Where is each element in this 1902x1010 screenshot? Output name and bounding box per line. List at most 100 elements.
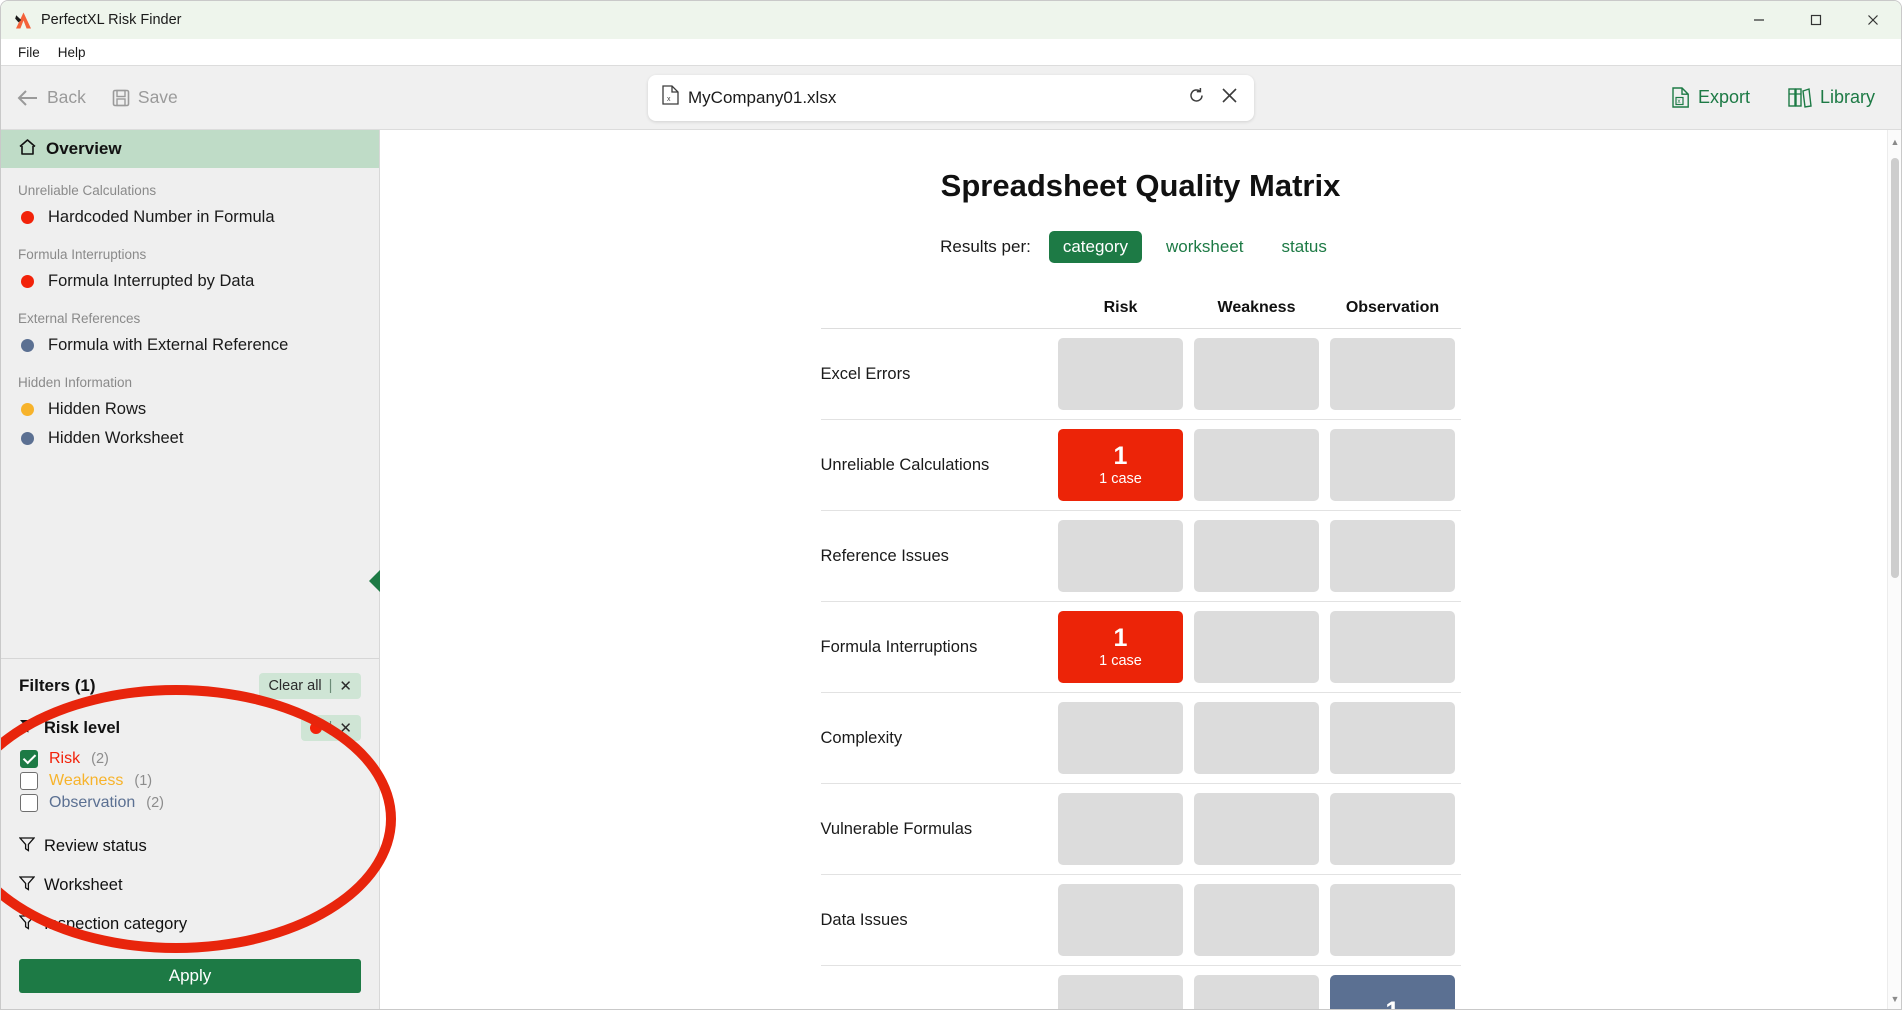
sidebar-item-label: Formula with External Reference xyxy=(48,336,288,355)
sidebar-item-hidden-worksheet[interactable]: Hidden Worksheet xyxy=(1,424,379,453)
reload-icon[interactable] xyxy=(1188,87,1205,109)
matrix-cell-caption: 1 case xyxy=(1099,653,1142,669)
menu-item-help[interactable]: Help xyxy=(49,42,95,63)
filter-funnel-icon xyxy=(19,875,35,896)
content-scrollbar[interactable]: ▲ ▼ xyxy=(1887,130,1901,1010)
menu-item-file[interactable]: File xyxy=(9,42,49,63)
checkbox-observation[interactable] xyxy=(20,794,38,812)
matrix-cell-wrap xyxy=(1053,338,1189,410)
filter-option-weakness[interactable]: Weakness (1) xyxy=(19,770,361,792)
clear-all-label: Clear all xyxy=(268,678,321,694)
minimize-button[interactable] xyxy=(1730,1,1787,39)
filter-section-review-status[interactable]: Review status xyxy=(19,836,361,857)
sidebar-item-label: Hardcoded Number in Formula xyxy=(48,208,275,227)
matrix-column-header-weakness: Weakness xyxy=(1189,299,1325,317)
matrix-cell-value[interactable]: 11 case xyxy=(1058,429,1183,501)
checkbox-weakness[interactable] xyxy=(20,772,38,790)
page-title: Spreadsheet Quality Matrix xyxy=(380,168,1901,204)
apply-button[interactable]: Apply xyxy=(19,959,361,993)
sidebar-group-unreliable-calculations: Unreliable Calculations Hardcoded Number… xyxy=(1,168,379,232)
filter-section-label: Inspection category xyxy=(44,915,187,934)
filter-section-label: Worksheet xyxy=(44,876,123,895)
scroll-up-icon[interactable]: ▲ xyxy=(1888,134,1901,150)
sidebar-group-title: External References xyxy=(1,296,379,331)
matrix-cell-empty xyxy=(1058,338,1183,410)
filter-option-count: (2) xyxy=(146,795,164,811)
risk-level-active-chip[interactable]: | ✕ xyxy=(301,715,361,741)
library-button[interactable]: Library xyxy=(1788,87,1875,108)
title-bar: PerfectXL Risk Finder xyxy=(1,1,1901,39)
maximize-button[interactable] xyxy=(1787,1,1844,39)
back-button[interactable]: Back xyxy=(17,87,86,108)
sidebar-collapse-toggle[interactable] xyxy=(369,570,380,592)
export-button[interactable]: x Export xyxy=(1672,87,1750,108)
filter-option-risk[interactable]: Risk (2) xyxy=(19,748,361,770)
chip-separator: | xyxy=(329,720,333,736)
matrix-cell-empty xyxy=(1194,611,1319,683)
scroll-down-icon[interactable]: ▼ xyxy=(1888,991,1901,1007)
matrix-cell-wrap xyxy=(1189,884,1325,956)
sidebar-item-formula-interrupted-by-data[interactable]: Formula Interrupted by Data xyxy=(1,267,379,296)
scrollbar-thumb[interactable] xyxy=(1891,158,1899,578)
close-file-icon[interactable] xyxy=(1221,87,1238,109)
risk-level-options: Risk (2) Weakness (1) Observation (2) xyxy=(19,748,361,814)
tab-status[interactable]: status xyxy=(1268,231,1341,263)
risk-level-clear-icon[interactable]: ✕ xyxy=(339,719,352,737)
content-area: Spreadsheet Quality Matrix Results per: … xyxy=(380,130,1901,1010)
sidebar-item-formula-with-external-reference[interactable]: Formula with External Reference xyxy=(1,331,379,360)
matrix-row-label: Unreliable Calculations xyxy=(821,456,1053,475)
excel-file-icon: x xyxy=(662,85,679,110)
results-per-label: Results per: xyxy=(940,237,1031,257)
save-label: Save xyxy=(138,87,178,108)
matrix-column-header-observation: Observation xyxy=(1325,299,1461,317)
matrix-row: Vulnerable Formulas xyxy=(821,784,1461,875)
sidebar-item-overview[interactable]: Overview xyxy=(1,130,379,168)
export-label: Export xyxy=(1698,87,1750,108)
matrix-cell-wrap xyxy=(1325,702,1461,774)
open-file-chip[interactable]: x MyCompany01.xlsx xyxy=(648,75,1254,121)
sidebar-overview-label: Overview xyxy=(46,139,122,159)
matrix-cell-wrap xyxy=(1189,338,1325,410)
matrix-cell-value[interactable]: 1 1 case xyxy=(1058,611,1183,683)
sidebar-item-hardcoded-number-in-formula[interactable]: Hardcoded Number in Formula xyxy=(1,203,379,232)
matrix-cell-empty xyxy=(1330,338,1455,410)
severity-dot-icon xyxy=(21,339,34,352)
matrix-cell-wrap xyxy=(1053,793,1189,865)
matrix-cell-count: 1 xyxy=(1386,998,1400,1010)
floppy-disk-icon xyxy=(112,89,130,107)
close-button[interactable] xyxy=(1844,1,1901,39)
filter-option-observation[interactable]: Observation (2) xyxy=(19,792,361,814)
clear-all-chip[interactable]: Clear all | ✕ xyxy=(259,673,361,699)
matrix-cell-caption: 1 case xyxy=(1099,471,1142,487)
matrix-cell-wrap xyxy=(1189,793,1325,865)
filter-section-inspection-category[interactable]: Inspection category xyxy=(19,914,361,935)
arrow-left-icon xyxy=(17,89,39,107)
file-name-label: MyCompany01.xlsx xyxy=(688,88,836,108)
tab-category[interactable]: category xyxy=(1049,231,1142,263)
sidebar-item-hidden-rows[interactable]: Hidden Rows xyxy=(1,395,379,424)
clear-all-close-icon[interactable]: ✕ xyxy=(339,677,352,695)
filter-section-worksheet[interactable]: Worksheet xyxy=(19,875,361,896)
matrix-cell-value[interactable]: 1 xyxy=(1330,975,1455,1010)
severity-dot-icon xyxy=(21,403,34,416)
matrix-row: Complexity xyxy=(821,693,1461,784)
filter-option-count: (2) xyxy=(91,751,109,767)
risk-level-label-wrap[interactable]: Risk level xyxy=(19,718,120,739)
matrix-cell-wrap xyxy=(1325,429,1461,501)
filter-option-label: Observation xyxy=(49,794,135,812)
matrix-cell-wrap xyxy=(1053,975,1189,1010)
checkbox-risk[interactable] xyxy=(20,750,38,768)
matrix-cell-wrap: 11 case xyxy=(1053,429,1189,501)
export-excel-icon: x xyxy=(1672,87,1690,108)
matrix-cell-count: 1 xyxy=(1114,625,1128,651)
matrix-cell-empty xyxy=(1058,520,1183,592)
back-label: Back xyxy=(47,87,86,108)
matrix-cell-wrap xyxy=(1325,884,1461,956)
matrix-cell-wrap: 1 xyxy=(1325,975,1461,1010)
tab-worksheet[interactable]: worksheet xyxy=(1152,231,1257,263)
matrix-cell-empty xyxy=(1194,338,1319,410)
filter-section-label: Review status xyxy=(44,837,147,856)
matrix-row-label: Vulnerable Formulas xyxy=(821,820,1053,839)
matrix-cell-wrap xyxy=(1189,611,1325,683)
save-button[interactable]: Save xyxy=(112,87,178,108)
